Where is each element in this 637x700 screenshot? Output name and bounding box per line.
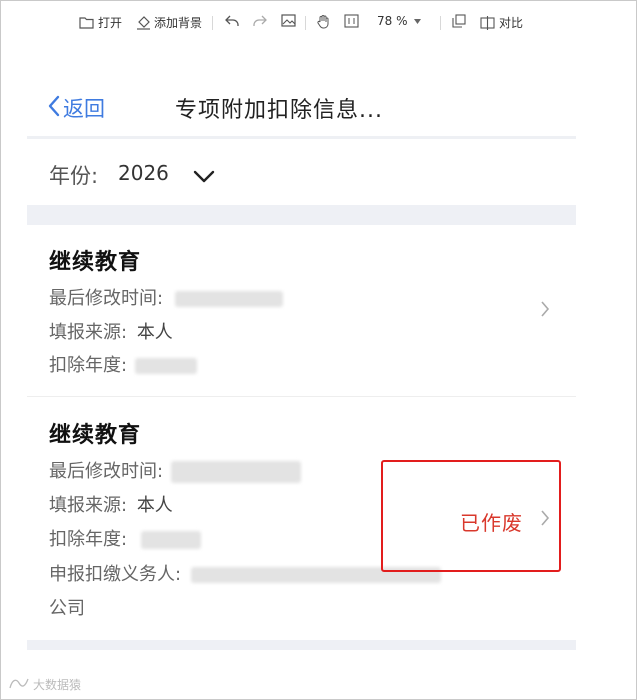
deduct-year-label: 扣除年度:	[49, 529, 128, 550]
folder-icon	[79, 16, 94, 29]
watermark-logo-icon	[8, 676, 30, 693]
open-button[interactable]: 打开	[79, 14, 122, 31]
card-divider	[27, 396, 576, 397]
card-title: 继续教育	[49, 423, 142, 448]
copy-icon	[452, 14, 466, 28]
source-row: 填报来源: 本人	[49, 318, 173, 344]
deduct-year-row: 扣除年度:	[49, 525, 201, 551]
nav-bar: 返回 专项附加扣除信息...	[27, 90, 576, 130]
chevron-right-icon	[540, 300, 550, 322]
undo-icon	[224, 14, 240, 28]
withholder-tail: 公司	[49, 598, 85, 619]
modified-time-label: 最后修改时间:	[49, 461, 164, 482]
chevron-left-icon	[47, 95, 63, 122]
back-label: 返回	[63, 97, 105, 121]
compare-icon	[480, 15, 495, 30]
actual-size-button[interactable]	[344, 14, 359, 28]
redo-button[interactable]	[252, 14, 268, 28]
year-value: 2026	[118, 161, 169, 185]
deduction-list-screen: 返回 专项附加扣除信息... 年份: 2026 继续教育 最后修改时间: 填报来…	[27, 70, 576, 650]
toolbar-divider	[212, 16, 213, 30]
modified-time-row: 最后修改时间:	[49, 457, 301, 483]
redacted-value	[140, 531, 201, 549]
source-row: 填报来源: 本人	[49, 491, 173, 517]
highlight-box	[381, 460, 561, 572]
year-label: 年份:	[49, 164, 99, 188]
actual-size-icon	[344, 14, 359, 28]
deduct-year-label: 扣除年度:	[49, 355, 128, 376]
redacted-value	[134, 358, 197, 374]
source-label: 填报来源:	[49, 322, 128, 343]
section-separator	[27, 205, 576, 225]
nav-divider	[27, 136, 576, 139]
watermark-text: 大数据猿	[33, 678, 82, 692]
zoom-level: 78 %	[377, 14, 408, 28]
undo-button[interactable]	[224, 14, 240, 28]
withholder-label: 申报扣缴义务人:	[49, 564, 182, 585]
chevron-down-icon	[193, 168, 215, 187]
source-value: 本人	[136, 322, 173, 343]
deduction-card[interactable]: 继续教育 最后修改时间: 填报来源: 本人 扣除年度:	[27, 230, 576, 395]
watermark: 大数据猿	[8, 676, 81, 693]
section-separator	[27, 640, 576, 650]
deduct-year-row: 扣除年度:	[49, 351, 197, 377]
year-selector[interactable]: 年份: 2026	[27, 152, 576, 196]
zoom-select[interactable]: 78 %	[377, 14, 421, 28]
paint-bucket-icon	[136, 15, 151, 30]
page-title: 专项附加扣除信息...	[175, 98, 383, 123]
compare-label: 对比	[499, 16, 524, 30]
compare-button[interactable]: 对比	[480, 14, 523, 31]
back-button[interactable]: 返回	[47, 93, 105, 123]
copy-button[interactable]	[452, 14, 466, 28]
hand-icon	[316, 14, 331, 29]
modified-time-label: 最后修改时间:	[49, 288, 164, 309]
caret-down-icon	[413, 18, 421, 24]
hand-tool-button[interactable]	[316, 14, 331, 29]
redacted-value	[170, 461, 301, 483]
redacted-value	[174, 291, 283, 307]
open-label: 打开	[98, 16, 123, 30]
card-title: 继续教育	[49, 250, 142, 275]
modified-time-row: 最后修改时间:	[49, 284, 283, 310]
add-background-label: 添加背景	[154, 16, 203, 30]
viewer-toolbar: 打开 添加背景 78 % 对比	[0, 8, 637, 38]
toolbar-divider	[440, 16, 441, 30]
redo-icon	[252, 14, 268, 28]
image-icon	[281, 14, 296, 27]
source-label: 填报来源:	[49, 495, 128, 516]
image-button[interactable]	[281, 14, 296, 27]
toolbar-divider	[305, 16, 306, 30]
source-value: 本人	[136, 495, 173, 516]
add-background-button[interactable]: 添加背景	[136, 14, 202, 31]
